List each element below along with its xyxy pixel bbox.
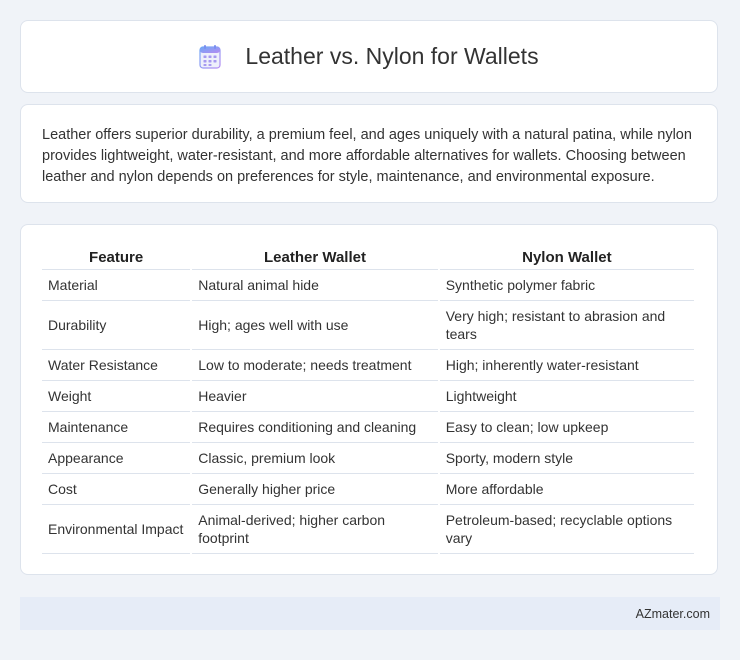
nylon-cell: Lightweight	[439, 381, 694, 412]
header-nylon: Nylon Wallet	[439, 243, 694, 270]
table-row: Weight Heavier Lightweight	[42, 381, 694, 412]
feature-cell: Environmental Impact	[42, 505, 191, 554]
nylon-cell: Synthetic polymer fabric	[439, 270, 694, 301]
calendar-icon	[199, 44, 222, 69]
comparison-card: Feature Leather Wallet Nylon Wallet Mate…	[20, 224, 718, 575]
title-card: Leather vs. Nylon for Wallets	[20, 20, 718, 93]
description-text: Leather offers superior durability, a pr…	[42, 127, 692, 185]
page-title: Leather vs. Nylon for Wallets	[245, 43, 539, 69]
table-row: Material Natural animal hide Synthetic p…	[42, 270, 694, 301]
feature-cell: Weight	[42, 381, 191, 412]
table-row: Environmental Impact Animal-derived; hig…	[42, 505, 694, 554]
footer: AZmater.com	[20, 597, 720, 630]
header-leather: Leather Wallet	[192, 243, 438, 270]
feature-cell: Appearance	[42, 443, 191, 474]
nylon-cell: Petroleum-based; recyclable options vary	[439, 505, 694, 554]
footer-source: AZmater.com	[635, 606, 710, 621]
table-row: Cost Generally higher price More afforda…	[42, 474, 694, 505]
leather-cell: Low to moderate; needs treatment	[192, 350, 438, 381]
feature-cell: Cost	[42, 474, 191, 505]
nylon-cell: Very high; resistant to abrasion and tea…	[439, 301, 694, 350]
leather-cell: High; ages well with use	[192, 301, 438, 350]
feature-cell: Water Resistance	[42, 350, 191, 381]
nylon-cell: Easy to clean; low upkeep	[439, 412, 694, 443]
leather-cell: Classic, premium look	[192, 443, 438, 474]
table-row: Maintenance Requires conditioning and cl…	[42, 412, 694, 443]
nylon-cell: Sporty, modern style	[439, 443, 694, 474]
table-row: Durability High; ages well with use Very…	[42, 301, 694, 350]
table-header-row: Feature Leather Wallet Nylon Wallet	[42, 243, 694, 270]
description-card: Leather offers superior durability, a pr…	[20, 104, 718, 203]
leather-cell: Animal-derived; higher carbon footprint	[192, 505, 438, 554]
feature-cell: Material	[42, 270, 191, 301]
comparison-table: Feature Leather Wallet Nylon Wallet Mate…	[40, 243, 696, 554]
table-row: Appearance Classic, premium look Sporty,…	[42, 443, 694, 474]
leather-cell: Generally higher price	[192, 474, 438, 505]
nylon-cell: More affordable	[439, 474, 694, 505]
leather-cell: Natural animal hide	[192, 270, 438, 301]
leather-cell: Heavier	[192, 381, 438, 412]
feature-cell: Maintenance	[42, 412, 191, 443]
header-feature: Feature	[42, 243, 191, 270]
feature-cell: Durability	[42, 301, 191, 350]
table-row: Water Resistance Low to moderate; needs …	[42, 350, 694, 381]
leather-cell: Requires conditioning and cleaning	[192, 412, 438, 443]
nylon-cell: High; inherently water-resistant	[439, 350, 694, 381]
